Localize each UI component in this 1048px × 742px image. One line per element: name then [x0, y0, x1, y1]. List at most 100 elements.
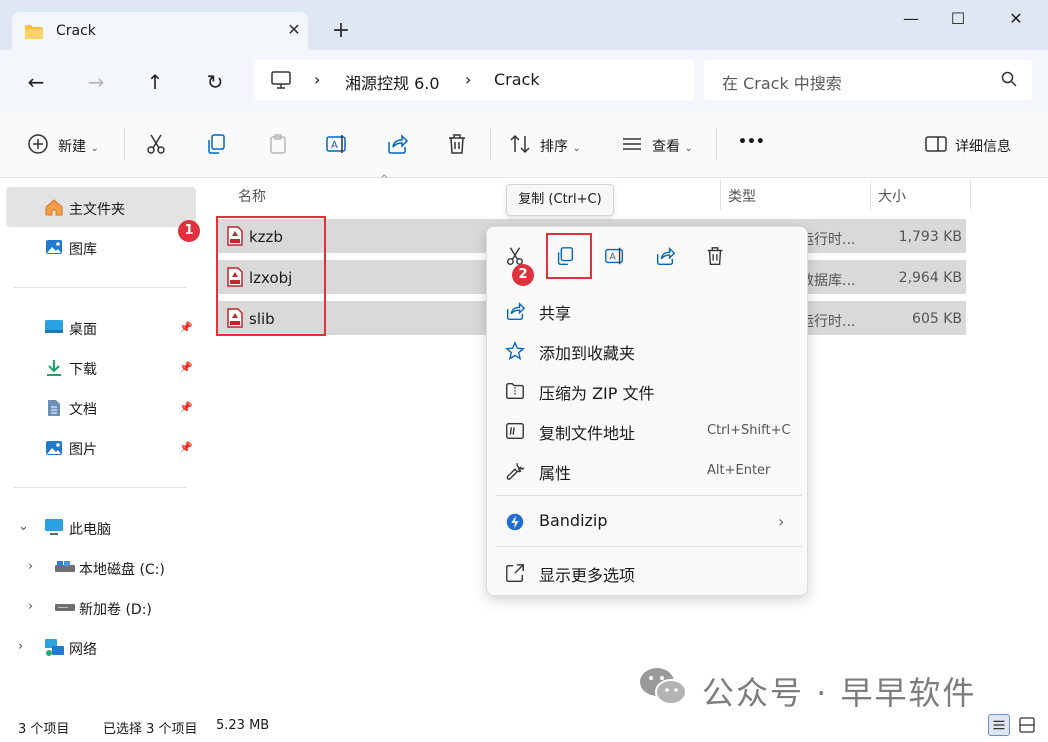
- context-menu: [486, 226, 808, 596]
- copy-path-icon: [506, 422, 524, 440]
- minimize-button[interactable]: —: [896, 8, 926, 30]
- chevron-down-icon: ⌄: [684, 143, 693, 154]
- zip-folder-icon: [506, 382, 524, 400]
- menu-divider: [496, 546, 802, 547]
- tab-crack[interactable]: Crack ✕: [12, 12, 308, 52]
- menu-item-add-favorites[interactable]: 添加到收藏夹: [539, 340, 635, 364]
- nav-item-network[interactable]: 网络: [69, 639, 97, 659]
- nav-item-this-pc[interactable]: 此电脑: [69, 519, 111, 539]
- column-divider[interactable]: [970, 180, 971, 210]
- view-button[interactable]: 查看 ⌄: [652, 136, 693, 156]
- sort-icon[interactable]: [508, 132, 532, 156]
- back-icon[interactable]: ←: [22, 68, 50, 96]
- pictures-icon: [46, 441, 62, 455]
- nav-item-documents[interactable]: 文档: [69, 399, 97, 419]
- cut-icon[interactable]: [144, 132, 168, 156]
- bandizip-icon: [506, 513, 524, 531]
- chevron-down-icon[interactable]: ⌄: [18, 519, 29, 534]
- nav-item-downloads[interactable]: 下载: [69, 359, 97, 379]
- status-item-count: 3 个项目: [18, 722, 70, 737]
- chevron-right-icon[interactable]: ›: [28, 559, 33, 574]
- breadcrumb-xiangyuan[interactable]: 湘源控规 6.0: [345, 70, 440, 94]
- copy-icon[interactable]: [204, 132, 228, 156]
- chevron-right-icon[interactable]: ›: [18, 639, 23, 654]
- this-pc-icon: [271, 71, 291, 89]
- column-divider[interactable]: [870, 180, 871, 210]
- up-icon[interactable]: ↑: [141, 68, 169, 96]
- details-button[interactable]: 详细信息: [955, 136, 1011, 156]
- breadcrumb-crack[interactable]: Crack: [494, 70, 540, 89]
- new-plus-icon[interactable]: [26, 132, 50, 156]
- copy-highlight-box: [546, 233, 592, 279]
- search-icon[interactable]: [1000, 70, 1018, 88]
- nav-item-gallery[interactable]: 图库: [69, 239, 97, 259]
- chevron-right-icon[interactable]: ›: [28, 599, 33, 614]
- nav-item-home[interactable]: 主文件夹: [69, 199, 125, 219]
- delete-icon[interactable]: [704, 245, 726, 267]
- nav-divider: [14, 487, 186, 488]
- menu-item-show-more[interactable]: 显示更多选项: [539, 562, 635, 586]
- toolbar-divider: [124, 128, 125, 160]
- desktop-icon: [45, 320, 63, 333]
- rename-icon[interactable]: A: [604, 245, 626, 267]
- tab-label: Crack: [56, 23, 96, 39]
- view-icon[interactable]: [620, 132, 644, 156]
- refresh-icon[interactable]: ↻: [201, 68, 229, 96]
- toolbar-divider: [716, 128, 717, 160]
- nav-item-pictures[interactable]: 图片: [69, 439, 97, 459]
- folder-icon: [25, 25, 43, 39]
- tiles-view-icon[interactable]: [1016, 714, 1038, 736]
- file-size: 2,964 KB: [898, 270, 962, 286]
- column-header-size[interactable]: 大小: [878, 186, 906, 206]
- step-badge-2: 2: [512, 264, 534, 286]
- menu-item-bandizip[interactable]: Bandizip: [539, 511, 608, 530]
- column-header-type[interactable]: 类型: [728, 186, 756, 206]
- nav-item-drive-d[interactable]: 新加卷 (D:): [79, 599, 152, 619]
- new-button[interactable]: 新建 ⌄: [58, 136, 99, 156]
- view-label: 查看: [652, 139, 680, 155]
- crumb-separator: ›: [314, 70, 321, 89]
- navigation-pane: [0, 178, 196, 708]
- more-options-button[interactable]: •••: [738, 134, 765, 150]
- nav-item-drive-c[interactable]: 本地磁盘 (C:): [79, 559, 165, 579]
- drive-c-icon: [55, 561, 75, 572]
- gallery-icon: [46, 240, 62, 254]
- delete-icon[interactable]: [445, 132, 469, 156]
- paste-icon[interactable]: [266, 132, 290, 156]
- chevron-right-icon: ›: [778, 512, 785, 531]
- details-pane-icon[interactable]: [924, 132, 948, 156]
- chevron-down-icon: ⌄: [572, 143, 581, 154]
- sort-label: 排序: [540, 139, 568, 155]
- new-label: 新建: [58, 139, 86, 155]
- forward-icon[interactable]: →: [82, 68, 110, 96]
- column-divider[interactable]: [720, 180, 721, 210]
- selection-highlight-box: [216, 216, 326, 336]
- search-input[interactable]: 在 Crack 中搜索: [722, 70, 842, 94]
- menu-item-copy-path[interactable]: 复制文件地址: [539, 420, 635, 444]
- star-icon: [505, 341, 525, 361]
- details-view-icon[interactable]: [988, 714, 1010, 736]
- maximize-button[interactable]: ☐: [943, 8, 973, 30]
- drive-d-icon: [55, 604, 75, 611]
- new-tab-button[interactable]: +: [330, 20, 352, 42]
- status-selected-count: 已选择 3 个项目: [103, 722, 198, 737]
- menu-divider: [496, 495, 802, 496]
- menu-item-compress-zip[interactable]: 压缩为 ZIP 文件: [539, 380, 655, 404]
- nav-item-desktop[interactable]: 桌面: [69, 319, 97, 339]
- file-type: 运行时...: [800, 232, 856, 248]
- menu-item-share[interactable]: 共享: [539, 300, 571, 324]
- status-selected-size: 5.23 MB: [216, 718, 270, 733]
- column-header-name[interactable]: 名称: [238, 186, 266, 206]
- pin-icon: 📌: [179, 441, 193, 454]
- share-icon[interactable]: [654, 245, 676, 267]
- rename-icon[interactable]: A: [325, 132, 349, 156]
- sort-button[interactable]: 排序 ⌄: [540, 136, 581, 156]
- menu-item-properties[interactable]: 属性: [539, 460, 571, 484]
- shortcut-properties: Alt+Enter: [707, 463, 771, 478]
- close-tab-icon[interactable]: ✕: [284, 20, 304, 40]
- close-window-button[interactable]: ✕: [1001, 8, 1031, 30]
- network-icon: [45, 639, 64, 656]
- svg-text:A: A: [331, 140, 338, 151]
- share-icon[interactable]: [385, 132, 409, 156]
- home-icon: [45, 199, 63, 216]
